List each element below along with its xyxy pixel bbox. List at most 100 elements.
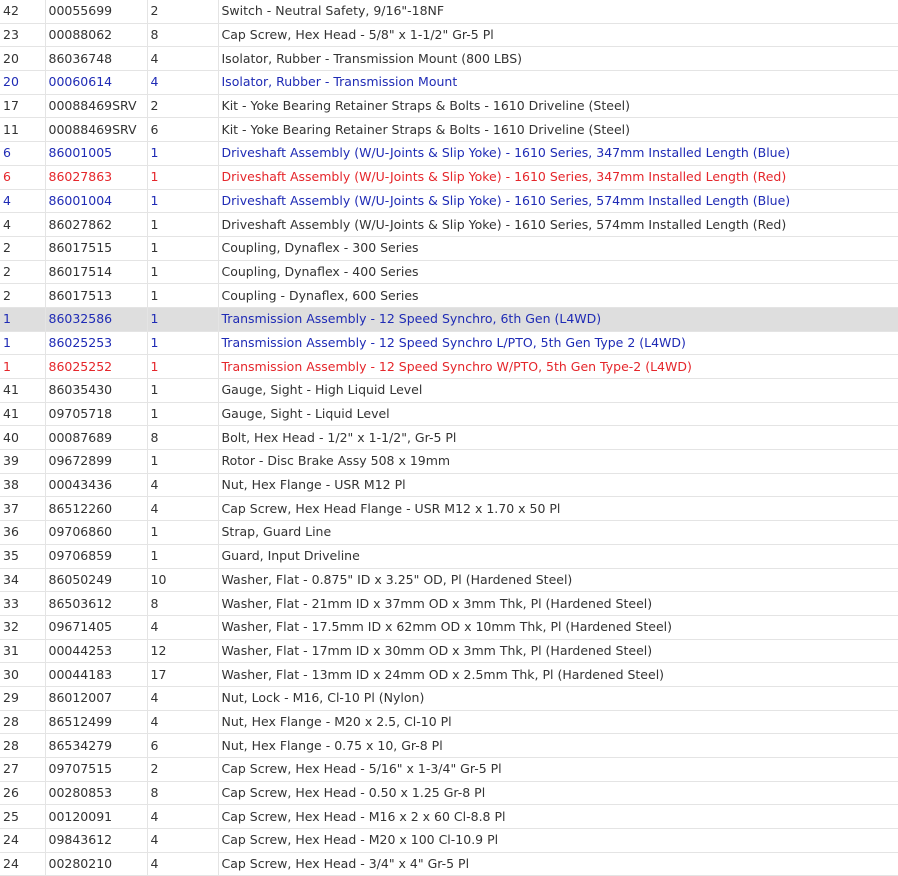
table-row[interactable]: 24 09843612 4 Cap Screw, Hex Head - M20 … bbox=[0, 828, 898, 853]
item-number-cell: 40 bbox=[0, 425, 46, 451]
table-row[interactable]: 20 00060614 4 Isolator, Rubber - Transmi… bbox=[0, 70, 898, 95]
part-number-cell[interactable]: 86050249 bbox=[45, 568, 148, 593]
part-number-cell[interactable]: 86001005 bbox=[45, 141, 148, 166]
table-row[interactable]: 37 86512260 4 Cap Screw, Hex Head Flange… bbox=[0, 496, 898, 522]
part-number-cell[interactable]: 00060614 bbox=[45, 70, 148, 95]
part-number-cell[interactable]: 00055699 bbox=[45, 0, 148, 24]
table-row[interactable]: 23 00088062 8 Cap Screw, Hex Head - 5/8"… bbox=[0, 23, 898, 48]
part-number-cell[interactable]: 86027862 bbox=[45, 212, 148, 237]
part-number-cell[interactable]: 86017513 bbox=[45, 283, 148, 308]
description-cell: Cap Screw, Hex Head - M20 x 100 Cl-10.9 … bbox=[218, 828, 898, 853]
part-number-cell[interactable]: 86012007 bbox=[45, 686, 148, 711]
quantity-cell: 1 bbox=[147, 189, 219, 214]
table-row[interactable]: 38 00043436 4 Nut, Hex Flange - USR M12 … bbox=[0, 473, 898, 498]
table-row[interactable]: 42 00055699 2 Switch - Neutral Safety, 9… bbox=[0, 0, 898, 24]
part-number-cell[interactable]: 00088469SRV bbox=[45, 94, 148, 119]
item-number-cell: 17 bbox=[0, 94, 46, 119]
table-row[interactable]: 1 86032586 1 Transmission Assembly - 12 … bbox=[0, 307, 898, 332]
description-cell: Driveshaft Assembly (W/U-Joints & Slip Y… bbox=[218, 141, 898, 166]
description-cell: Gauge, Sight - Liquid Level bbox=[218, 402, 898, 427]
table-row[interactable]: 29 86012007 4 Nut, Lock - M16, Cl-10 Pl … bbox=[0, 686, 898, 711]
part-number-cell[interactable]: 86017514 bbox=[45, 260, 148, 285]
part-number-cell[interactable]: 00088062 bbox=[45, 23, 148, 48]
table-row[interactable]: 11 00088469SRV 6 Kit - Yoke Bearing Reta… bbox=[0, 117, 898, 143]
part-number-cell[interactable]: 86025253 bbox=[45, 331, 148, 356]
description-cell: Cap Screw, Hex Head - 3/4" x 4" Gr-5 Pl bbox=[218, 852, 898, 876]
part-number-cell[interactable]: 09672899 bbox=[45, 449, 148, 474]
parts-table-body: 42 00055699 2 Switch - Neutral Safety, 9… bbox=[0, 0, 898, 876]
table-row[interactable]: 6 86027863 1 Driveshaft Assembly (W/U-Jo… bbox=[0, 165, 898, 190]
item-number-cell: 25 bbox=[0, 804, 46, 830]
table-row[interactable]: 1 86025253 1 Transmission Assembly - 12 … bbox=[0, 331, 898, 356]
table-row[interactable]: 26 00280853 8 Cap Screw, Hex Head - 0.50… bbox=[0, 781, 898, 806]
description-cell: Washer, Flat - 21mm ID x 37mm OD x 3mm T… bbox=[218, 591, 898, 616]
item-number-cell: 1 bbox=[0, 307, 46, 332]
part-number-cell[interactable]: 09706860 bbox=[45, 520, 148, 545]
quantity-cell: 1 bbox=[147, 520, 219, 545]
part-number-cell[interactable]: 09671405 bbox=[45, 615, 148, 640]
table-row[interactable]: 41 86035430 1 Gauge, Sight - High Liquid… bbox=[0, 378, 898, 403]
part-number-cell[interactable]: 86035430 bbox=[45, 378, 148, 403]
table-row[interactable]: 28 86512499 4 Nut, Hex Flange - M20 x 2.… bbox=[0, 710, 898, 735]
table-row[interactable]: 25 00120091 4 Cap Screw, Hex Head - M16 … bbox=[0, 804, 898, 830]
quantity-cell: 1 bbox=[147, 141, 219, 166]
table-row[interactable]: 40 00087689 8 Bolt, Hex Head - 1/2" x 1-… bbox=[0, 425, 898, 451]
part-number-cell[interactable]: 00044253 bbox=[45, 639, 148, 664]
quantity-cell: 1 bbox=[147, 331, 219, 356]
part-number-cell[interactable]: 86036748 bbox=[45, 46, 148, 72]
part-number-cell[interactable]: 86512260 bbox=[45, 496, 148, 522]
part-number-cell[interactable]: 86534279 bbox=[45, 733, 148, 758]
table-row[interactable]: 2 86017514 1 Coupling, Dynaflex - 400 Se… bbox=[0, 260, 898, 285]
part-number-cell[interactable]: 09706859 bbox=[45, 544, 148, 569]
item-number-cell: 30 bbox=[0, 662, 46, 687]
table-row[interactable]: 36 09706860 1 Strap, Guard Line bbox=[0, 520, 898, 545]
part-number-cell[interactable]: 00088469SRV bbox=[45, 117, 148, 143]
part-number-cell[interactable]: 09707515 bbox=[45, 757, 148, 782]
part-number-cell[interactable]: 09705718 bbox=[45, 402, 148, 427]
table-row[interactable]: 34 86050249 10 Washer, Flat - 0.875" ID … bbox=[0, 568, 898, 593]
table-row[interactable]: 2 86017513 1 Coupling - Dynaflex, 600 Se… bbox=[0, 283, 898, 308]
description-cell: Driveshaft Assembly (W/U-Joints & Slip Y… bbox=[218, 165, 898, 190]
part-number-cell[interactable]: 86512499 bbox=[45, 710, 148, 735]
quantity-cell: 17 bbox=[147, 662, 219, 687]
table-row[interactable]: 4 86027862 1 Driveshaft Assembly (W/U-Jo… bbox=[0, 212, 898, 237]
table-row[interactable]: 33 86503612 8 Washer, Flat - 21mm ID x 3… bbox=[0, 591, 898, 616]
table-row[interactable]: 2 86017515 1 Coupling, Dynaflex - 300 Se… bbox=[0, 236, 898, 261]
quantity-cell: 1 bbox=[147, 449, 219, 474]
item-number-cell: 6 bbox=[0, 141, 46, 166]
part-number-cell[interactable]: 86017515 bbox=[45, 236, 148, 261]
part-number-cell[interactable]: 00280210 bbox=[45, 852, 148, 876]
description-cell: Nut, Hex Flange - M20 x 2.5, Cl-10 Pl bbox=[218, 710, 898, 735]
part-number-cell[interactable]: 86503612 bbox=[45, 591, 148, 616]
table-row[interactable]: 35 09706859 1 Guard, Input Driveline bbox=[0, 544, 898, 569]
part-number-cell[interactable]: 86025252 bbox=[45, 354, 148, 379]
table-row[interactable]: 31 00044253 12 Washer, Flat - 17mm ID x … bbox=[0, 639, 898, 664]
quantity-cell: 4 bbox=[147, 496, 219, 522]
description-cell: Kit - Yoke Bearing Retainer Straps & Bol… bbox=[218, 94, 898, 119]
part-number-cell[interactable]: 86027863 bbox=[45, 165, 148, 190]
table-row[interactable]: 30 00044183 17 Washer, Flat - 13mm ID x … bbox=[0, 662, 898, 687]
table-row[interactable]: 27 09707515 2 Cap Screw, Hex Head - 5/16… bbox=[0, 757, 898, 782]
part-number-cell[interactable]: 00120091 bbox=[45, 804, 148, 830]
table-row[interactable]: 6 86001005 1 Driveshaft Assembly (W/U-Jo… bbox=[0, 141, 898, 166]
description-cell: Switch - Neutral Safety, 9/16"-18NF bbox=[218, 0, 898, 24]
quantity-cell: 8 bbox=[147, 23, 219, 48]
table-row[interactable]: 28 86534279 6 Nut, Hex Flange - 0.75 x 1… bbox=[0, 733, 898, 758]
part-number-cell[interactable]: 09843612 bbox=[45, 828, 148, 853]
table-row[interactable]: 20 86036748 4 Isolator, Rubber - Transmi… bbox=[0, 46, 898, 72]
table-row[interactable]: 24 00280210 4 Cap Screw, Hex Head - 3/4"… bbox=[0, 852, 898, 876]
table-row[interactable]: 32 09671405 4 Washer, Flat - 17.5mm ID x… bbox=[0, 615, 898, 640]
table-row[interactable]: 1 86025252 1 Transmission Assembly - 12 … bbox=[0, 354, 898, 379]
item-number-cell: 31 bbox=[0, 639, 46, 664]
quantity-cell: 1 bbox=[147, 236, 219, 261]
part-number-cell[interactable]: 00087689 bbox=[45, 425, 148, 451]
part-number-cell[interactable]: 86032586 bbox=[45, 307, 148, 332]
part-number-cell[interactable]: 00044183 bbox=[45, 662, 148, 687]
table-row[interactable]: 17 00088469SRV 2 Kit - Yoke Bearing Reta… bbox=[0, 94, 898, 119]
part-number-cell[interactable]: 00280853 bbox=[45, 781, 148, 806]
table-row[interactable]: 39 09672899 1 Rotor - Disc Brake Assy 50… bbox=[0, 449, 898, 474]
part-number-cell[interactable]: 00043436 bbox=[45, 473, 148, 498]
table-row[interactable]: 41 09705718 1 Gauge, Sight - Liquid Leve… bbox=[0, 402, 898, 427]
part-number-cell[interactable]: 86001004 bbox=[45, 189, 148, 214]
table-row[interactable]: 4 86001004 1 Driveshaft Assembly (W/U-Jo… bbox=[0, 189, 898, 214]
